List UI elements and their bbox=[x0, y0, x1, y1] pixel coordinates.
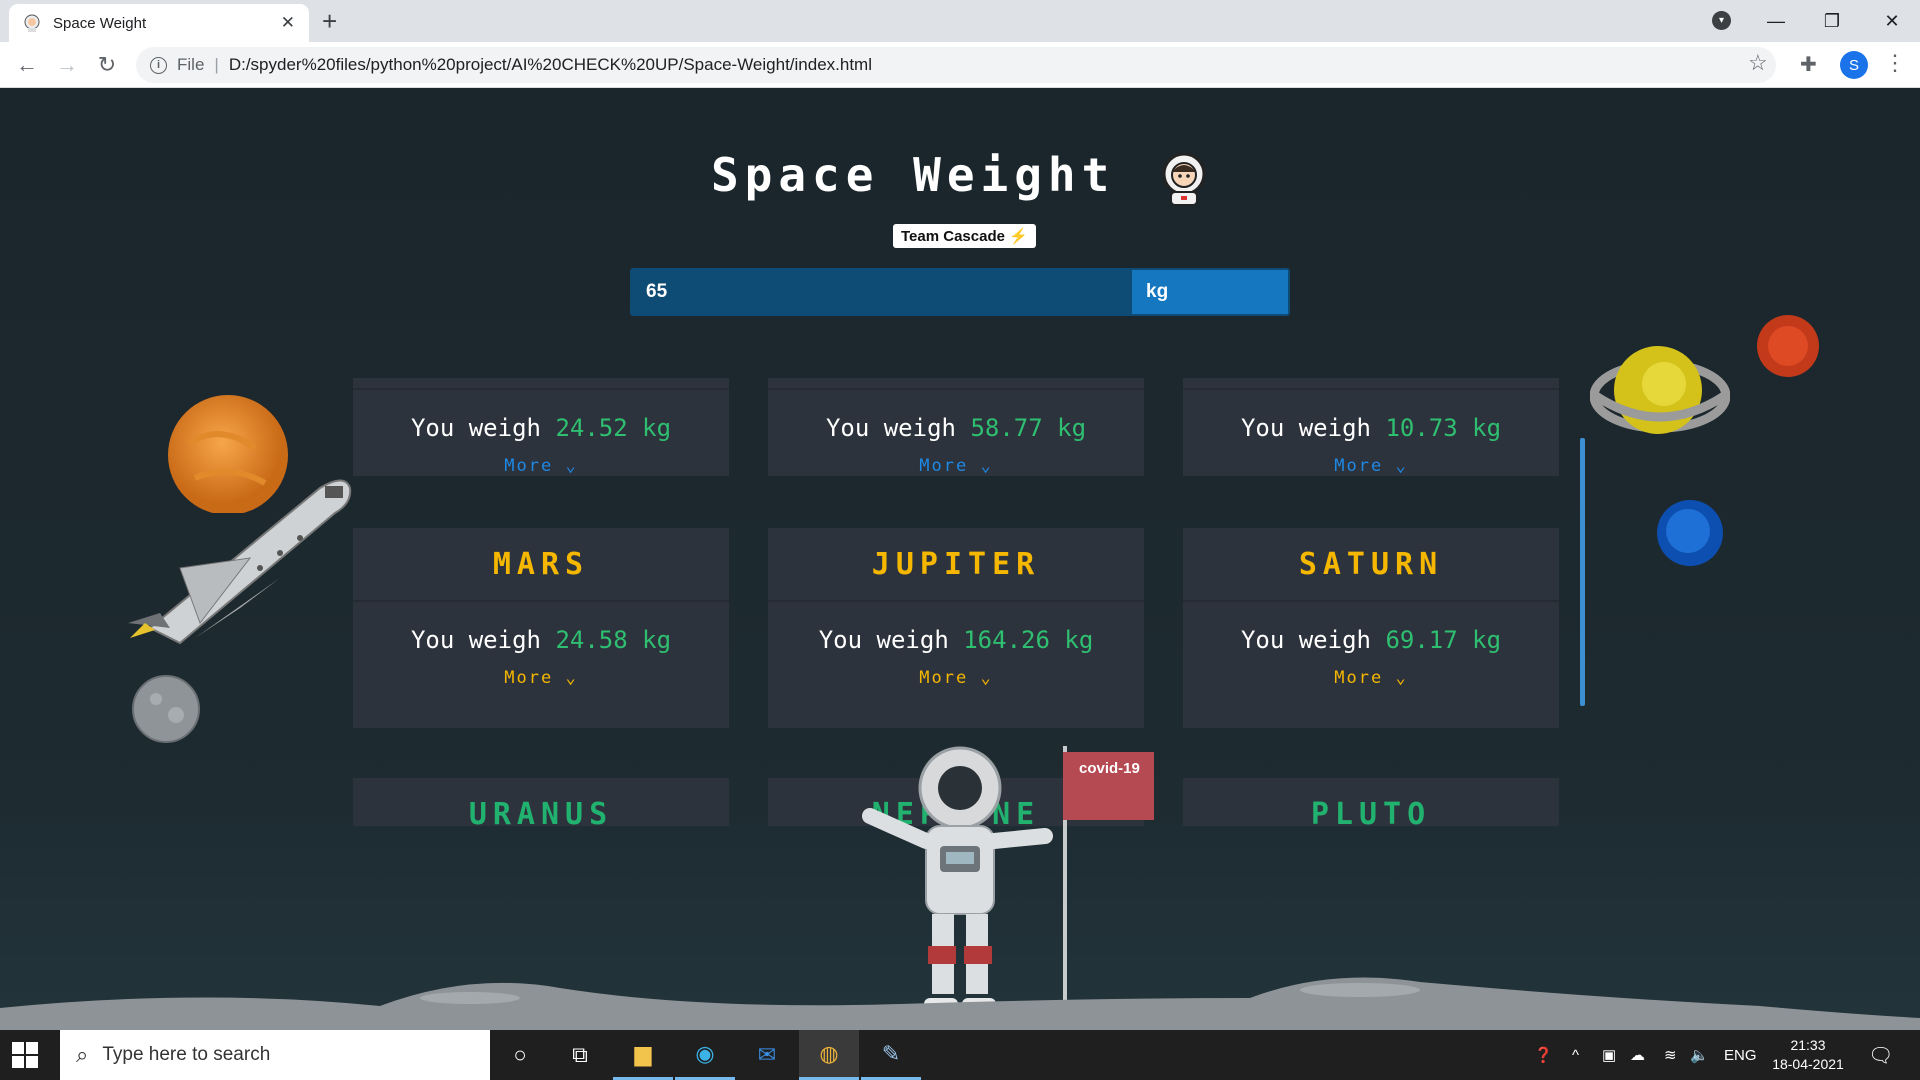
window-close-icon[interactable]: ✕ bbox=[1864, 0, 1920, 42]
browser-tab[interactable]: Space Weight ✕ bbox=[9, 4, 309, 42]
browser-tab-bar: Space Weight ✕ + ▾ — ❐ ✕ bbox=[0, 0, 1920, 42]
weight-result: You weigh 164.26 kg bbox=[818, 626, 1094, 654]
restore-icon[interactable]: ❐ bbox=[1804, 0, 1860, 42]
wifi-icon[interactable]: ≋ bbox=[1664, 1030, 1677, 1080]
more-button[interactable]: More ⌄ bbox=[768, 456, 1144, 476]
windows-taskbar: ⌕ Type here to search ○ ⧉ ▆ ◉ ✉ ◍ ✎ ❓ ^ … bbox=[0, 1030, 1920, 1080]
weight-form: kg bbox=[630, 268, 1290, 316]
language-indicator[interactable]: ENG bbox=[1724, 1030, 1757, 1080]
astronaut-favicon-icon bbox=[24, 14, 40, 32]
tray-overflow-icon[interactable]: ^ bbox=[1572, 1030, 1579, 1080]
address-bar[interactable]: i File | D:/spyder%20files/python%20proj… bbox=[136, 47, 1776, 83]
profile-avatar[interactable]: S bbox=[1840, 51, 1868, 79]
tab-title: Space Weight bbox=[53, 14, 147, 32]
weight-input[interactable] bbox=[630, 268, 1130, 316]
team-badge-text: Team Cascade bbox=[901, 227, 1005, 245]
planet-card-mars: MARS You weigh 24.58 kg More ⌄ bbox=[353, 528, 729, 728]
planet-name: MARS bbox=[353, 528, 729, 602]
weight-result: You weigh 24.58 kg bbox=[410, 626, 672, 654]
team-badge: Team Cascade ⚡ bbox=[893, 224, 1036, 248]
app-title-text: Space Weight bbox=[710, 148, 1116, 202]
search-icon: ⌕ bbox=[76, 1042, 89, 1067]
taskbar-search[interactable]: ⌕ Type here to search bbox=[60, 1030, 490, 1080]
space-shuttle-icon bbox=[128, 479, 352, 645]
new-tab-icon[interactable]: + bbox=[322, 6, 337, 36]
moon-surface bbox=[0, 977, 1920, 1030]
paint-icon[interactable]: ✎ bbox=[861, 1030, 921, 1080]
task-view-icon[interactable]: ⧉ bbox=[550, 1030, 610, 1080]
planet-name bbox=[768, 378, 1144, 390]
unit-select[interactable]: kg bbox=[1130, 268, 1290, 316]
weight-result: You weigh 58.77 kg bbox=[825, 414, 1087, 442]
bookmark-star-icon[interactable]: ☆ bbox=[1748, 50, 1768, 76]
astronaut-icon bbox=[1162, 152, 1206, 206]
help-icon[interactable]: ❓ bbox=[1534, 1030, 1553, 1080]
url-text: D:/spyder%20files/python%20project/AI%20… bbox=[228, 55, 872, 74]
clock-time: 21:33 bbox=[1790, 1037, 1826, 1053]
planet-card-saturn: SATURN You weigh 69.17 kg More ⌄ bbox=[1183, 528, 1559, 728]
minimize-icon[interactable]: — bbox=[1748, 0, 1804, 42]
browser-toolbar: ← → ↻ i File | D:/spyder%20files/python%… bbox=[0, 42, 1920, 88]
more-button[interactable]: More ⌄ bbox=[1183, 456, 1559, 476]
search-placeholder: Type here to search bbox=[102, 1044, 271, 1065]
planet-card-pluto: PLUTO bbox=[1183, 778, 1559, 826]
chrome-icon[interactable]: ◍ bbox=[799, 1030, 859, 1080]
more-button[interactable]: More ⌄ bbox=[353, 456, 729, 476]
planet-name: SATURN bbox=[1183, 528, 1559, 602]
clock[interactable]: 21:33 18-04-2021 bbox=[1768, 1036, 1848, 1074]
lightning-icon: ⚡ bbox=[1008, 228, 1028, 245]
more-button[interactable]: More ⌄ bbox=[1183, 668, 1559, 688]
tab-search-icon[interactable]: ▾ bbox=[1712, 11, 1731, 30]
back-icon[interactable]: ← bbox=[12, 50, 42, 80]
covid-flag: covid-19 bbox=[1063, 752, 1154, 820]
url-separator: | bbox=[214, 55, 219, 74]
volume-icon[interactable]: 🔈 bbox=[1690, 1030, 1709, 1080]
site-info-icon[interactable]: i bbox=[150, 56, 167, 74]
planet-card: You weigh 24.52 kg More ⌄ bbox=[353, 378, 729, 476]
mail-icon[interactable]: ✉ bbox=[737, 1030, 797, 1080]
more-button[interactable]: More ⌄ bbox=[768, 668, 1144, 688]
page-title: Space Weight bbox=[0, 148, 1920, 206]
reload-icon[interactable]: ↻ bbox=[92, 50, 122, 80]
edge-icon[interactable]: ◉ bbox=[675, 1030, 735, 1080]
planet-name: JUPITER bbox=[768, 528, 1144, 602]
red-planet-icon bbox=[1757, 315, 1819, 377]
weight-result: You weigh 69.17 kg bbox=[1240, 626, 1502, 654]
forward-icon[interactable]: → bbox=[52, 50, 82, 80]
flag-label: covid-19 bbox=[1079, 760, 1140, 777]
planet-card-uranus: URANUS bbox=[353, 778, 729, 826]
planet-name: URANUS bbox=[353, 778, 729, 827]
onedrive-icon[interactable]: ☁ bbox=[1630, 1030, 1645, 1080]
cortana-icon[interactable]: ○ bbox=[490, 1030, 550, 1080]
url-scheme: File bbox=[177, 55, 205, 74]
notifications-icon[interactable]: 🗨 bbox=[1868, 1030, 1893, 1080]
planet-card: You weigh 10.73 kg More ⌄ bbox=[1183, 378, 1559, 476]
extensions-puzzle-icon[interactable]: ✚ bbox=[1800, 52, 1817, 77]
planet-name bbox=[353, 378, 729, 390]
planet-name bbox=[1183, 378, 1559, 390]
tab-close-icon[interactable]: ✕ bbox=[281, 13, 295, 33]
planet-card-jupiter: JUPITER You weigh 164.26 kg More ⌄ bbox=[768, 528, 1144, 728]
file-explorer-icon[interactable]: ▆ bbox=[613, 1030, 673, 1080]
browser-menu-icon[interactable]: ⋮ bbox=[1884, 50, 1906, 76]
weight-result: You weigh 10.73 kg bbox=[1240, 414, 1502, 442]
weight-result: You weigh 24.52 kg bbox=[410, 414, 672, 442]
meet-now-icon[interactable]: ▣ bbox=[1602, 1030, 1616, 1080]
planet-name: PLUTO bbox=[1183, 778, 1559, 827]
blue-planet-icon bbox=[1657, 500, 1723, 566]
saturn-icon bbox=[1590, 346, 1730, 434]
more-button[interactable]: More ⌄ bbox=[353, 668, 729, 688]
moon-icon bbox=[132, 675, 200, 743]
scroll-indicator[interactable] bbox=[1580, 438, 1585, 706]
windows-start-icon[interactable] bbox=[12, 1042, 38, 1068]
planet-card: You weigh 58.77 kg More ⌄ bbox=[768, 378, 1144, 476]
page-content: Space Weight Team Cascade ⚡ kg bbox=[0, 88, 1920, 1030]
clock-date: 18-04-2021 bbox=[1772, 1056, 1844, 1072]
